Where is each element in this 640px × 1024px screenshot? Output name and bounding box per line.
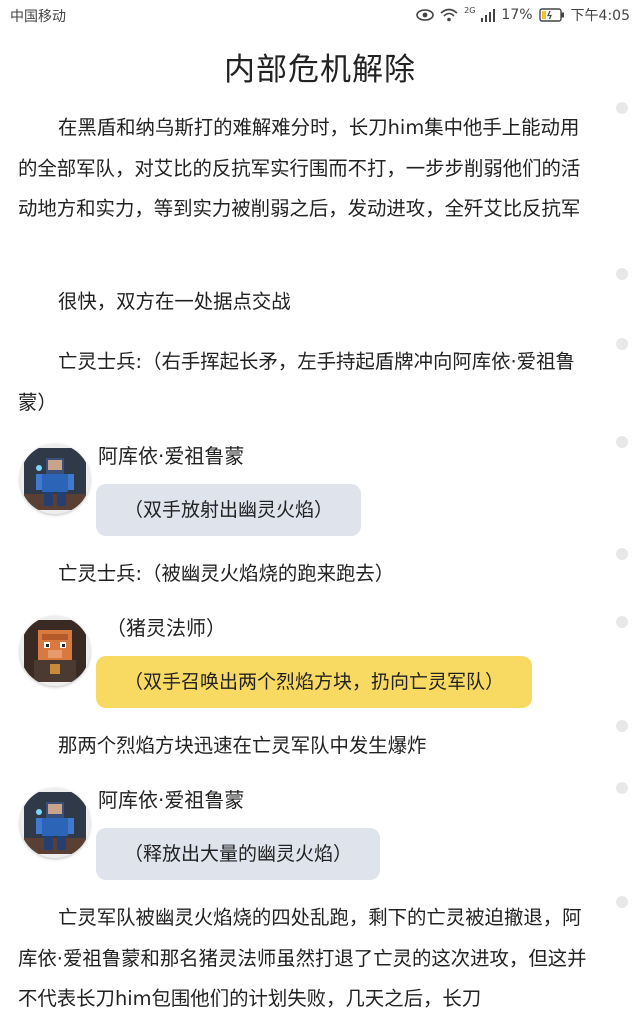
battery-icon: [538, 8, 565, 22]
status-bar: 中国移动 2G 17% 下午4:05: [0, 0, 640, 30]
speaker-name: 阿库依·爱祖鲁蒙: [98, 788, 245, 812]
comment-marker[interactable]: [616, 548, 628, 560]
comment-marker[interactable]: [616, 616, 628, 628]
speaker-name: 阿库依·爱祖鲁蒙: [98, 444, 245, 468]
comment-marker[interactable]: [616, 338, 628, 350]
blue-armored-warrior-avatar: [20, 444, 90, 514]
speaker-name: （猪灵法师）: [106, 616, 226, 640]
comment-marker[interactable]: [616, 102, 628, 114]
comment-marker[interactable]: [616, 720, 628, 732]
paragraph-retreat: 亡灵军队被幽灵火焰烧的四处乱跑，剩下的亡灵被迫撤退，阿库依·爱祖鲁蒙和那名猪灵法…: [18, 906, 587, 1010]
comment-marker[interactable]: [616, 896, 628, 908]
paragraph-explosion: 那两个烈焰方块迅速在亡灵军队中发生爆炸: [58, 734, 427, 757]
speech-bubble: （双手召唤出两个烈焰方块，扔向亡灵军队）: [96, 656, 533, 708]
paragraph-undead-attack: 亡灵士兵:（右手挥起长矛，左手持起盾牌冲向阿库依·爱祖鲁蒙）: [18, 350, 575, 414]
comment-marker[interactable]: [616, 782, 628, 794]
speech-bubble: （释放出大量的幽灵火焰）: [96, 828, 381, 880]
eye-icon: [416, 8, 434, 22]
paragraph-undead-burning: 亡灵士兵:（被幽灵火焰烧的跑来跑去）: [58, 562, 395, 585]
signal-icon: [481, 8, 496, 22]
battery-percent: 17%: [501, 7, 533, 23]
comment-marker[interactable]: [616, 436, 628, 448]
article-title: 内部危机解除: [224, 52, 416, 88]
status-icons: 2G 17% 下午4:05: [416, 5, 630, 25]
paragraph-intro: 在黑盾和纳乌斯打的难解难分时，长刀him集中他手上能动用的全部军队，对艾比的反抗…: [18, 116, 581, 220]
blue-armored-warrior-avatar: [20, 788, 90, 858]
comment-marker-rail: [616, 0, 630, 1024]
wifi-icon: [440, 8, 458, 22]
speech-bubble: （双手放射出幽灵火焰）: [96, 484, 362, 536]
carrier-label: 中国移动: [10, 9, 66, 25]
piglin-mage-avatar: [20, 616, 90, 686]
paragraph-battle: 很快，双方在一处据点交战: [58, 290, 291, 313]
comment-marker[interactable]: [616, 268, 628, 280]
network-label: 2G: [464, 5, 476, 15]
